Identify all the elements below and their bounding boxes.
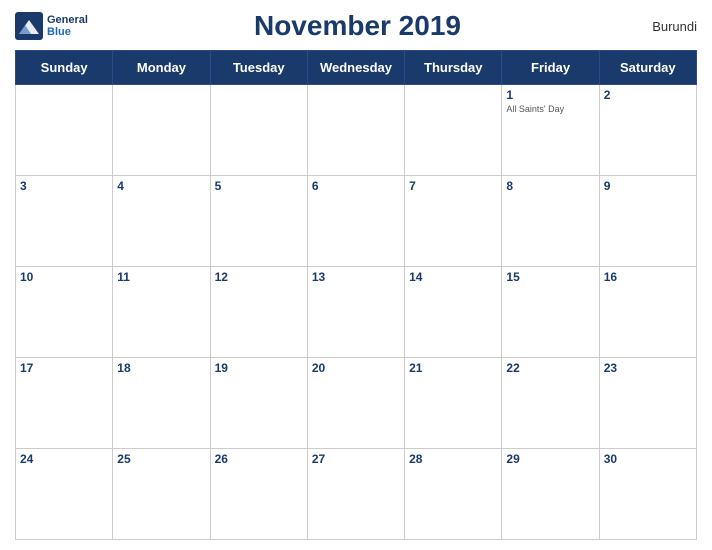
table-row [210,85,307,176]
calendar-week-row: 17 18 19 20 21 22 23 [16,358,697,449]
day-number: 30 [604,452,692,466]
table-row: 22 [502,358,599,449]
day-number: 19 [215,361,303,375]
country-label: Burundi [627,19,697,34]
holiday-label: All Saints' Day [506,104,594,115]
calendar-title: November 2019 [88,10,627,42]
table-row: 19 [210,358,307,449]
day-number: 9 [604,179,692,193]
day-number: 4 [117,179,205,193]
calendar-header-row: Sunday Monday Tuesday Wednesday Thursday… [16,51,697,85]
table-row: 21 [405,358,502,449]
day-number: 2 [604,88,692,102]
table-row [405,85,502,176]
calendar-week-row: 1 All Saints' Day 2 [16,85,697,176]
table-row: 27 [307,449,404,540]
table-row: 4 [113,176,210,267]
col-sunday: Sunday [16,51,113,85]
table-row: 16 [599,267,696,358]
table-row: 8 [502,176,599,267]
table-row: 17 [16,358,113,449]
day-number: 28 [409,452,497,466]
logo-text: General Blue [47,14,88,38]
table-row: 7 [405,176,502,267]
day-number: 6 [312,179,400,193]
table-row: 20 [307,358,404,449]
day-number: 11 [117,270,205,284]
table-row: 6 [307,176,404,267]
table-row: 29 [502,449,599,540]
day-number: 12 [215,270,303,284]
table-row: 18 [113,358,210,449]
col-friday: Friday [502,51,599,85]
calendar-week-row: 24 25 26 27 28 29 30 [16,449,697,540]
calendar-table: Sunday Monday Tuesday Wednesday Thursday… [15,50,697,540]
logo-blue: Blue [47,26,88,38]
table-row: 25 [113,449,210,540]
calendar-header: General Blue November 2019 Burundi [15,10,697,42]
day-number: 23 [604,361,692,375]
table-row: 1 All Saints' Day [502,85,599,176]
day-number: 3 [20,179,108,193]
logo-icon [15,12,43,40]
day-number: 14 [409,270,497,284]
day-number: 7 [409,179,497,193]
table-row: 9 [599,176,696,267]
day-number: 17 [20,361,108,375]
col-saturday: Saturday [599,51,696,85]
day-number: 25 [117,452,205,466]
table-row: 28 [405,449,502,540]
day-number: 1 [506,88,594,102]
day-number: 24 [20,452,108,466]
table-row: 14 [405,267,502,358]
day-number: 18 [117,361,205,375]
table-row: 5 [210,176,307,267]
table-row: 15 [502,267,599,358]
table-row: 12 [210,267,307,358]
col-wednesday: Wednesday [307,51,404,85]
table-row [16,85,113,176]
day-number: 26 [215,452,303,466]
table-row: 23 [599,358,696,449]
table-row: 30 [599,449,696,540]
day-number: 21 [409,361,497,375]
col-monday: Monday [113,51,210,85]
day-number: 5 [215,179,303,193]
logo: General Blue [15,12,88,40]
table-row: 3 [16,176,113,267]
day-number: 22 [506,361,594,375]
table-row: 26 [210,449,307,540]
table-row: 10 [16,267,113,358]
calendar-week-row: 10 11 12 13 14 15 16 [16,267,697,358]
day-number: 13 [312,270,400,284]
col-tuesday: Tuesday [210,51,307,85]
table-row: 2 [599,85,696,176]
day-number: 8 [506,179,594,193]
table-row: 11 [113,267,210,358]
day-number: 20 [312,361,400,375]
day-number: 15 [506,270,594,284]
table-row [307,85,404,176]
day-number: 10 [20,270,108,284]
calendar-week-row: 3456789 [16,176,697,267]
table-row [113,85,210,176]
table-row: 24 [16,449,113,540]
day-number: 27 [312,452,400,466]
table-row: 13 [307,267,404,358]
calendar-page: General Blue November 2019 Burundi Sunda… [0,0,712,550]
logo-general: General [47,14,88,26]
col-thursday: Thursday [405,51,502,85]
day-number: 16 [604,270,692,284]
day-number: 29 [506,452,594,466]
